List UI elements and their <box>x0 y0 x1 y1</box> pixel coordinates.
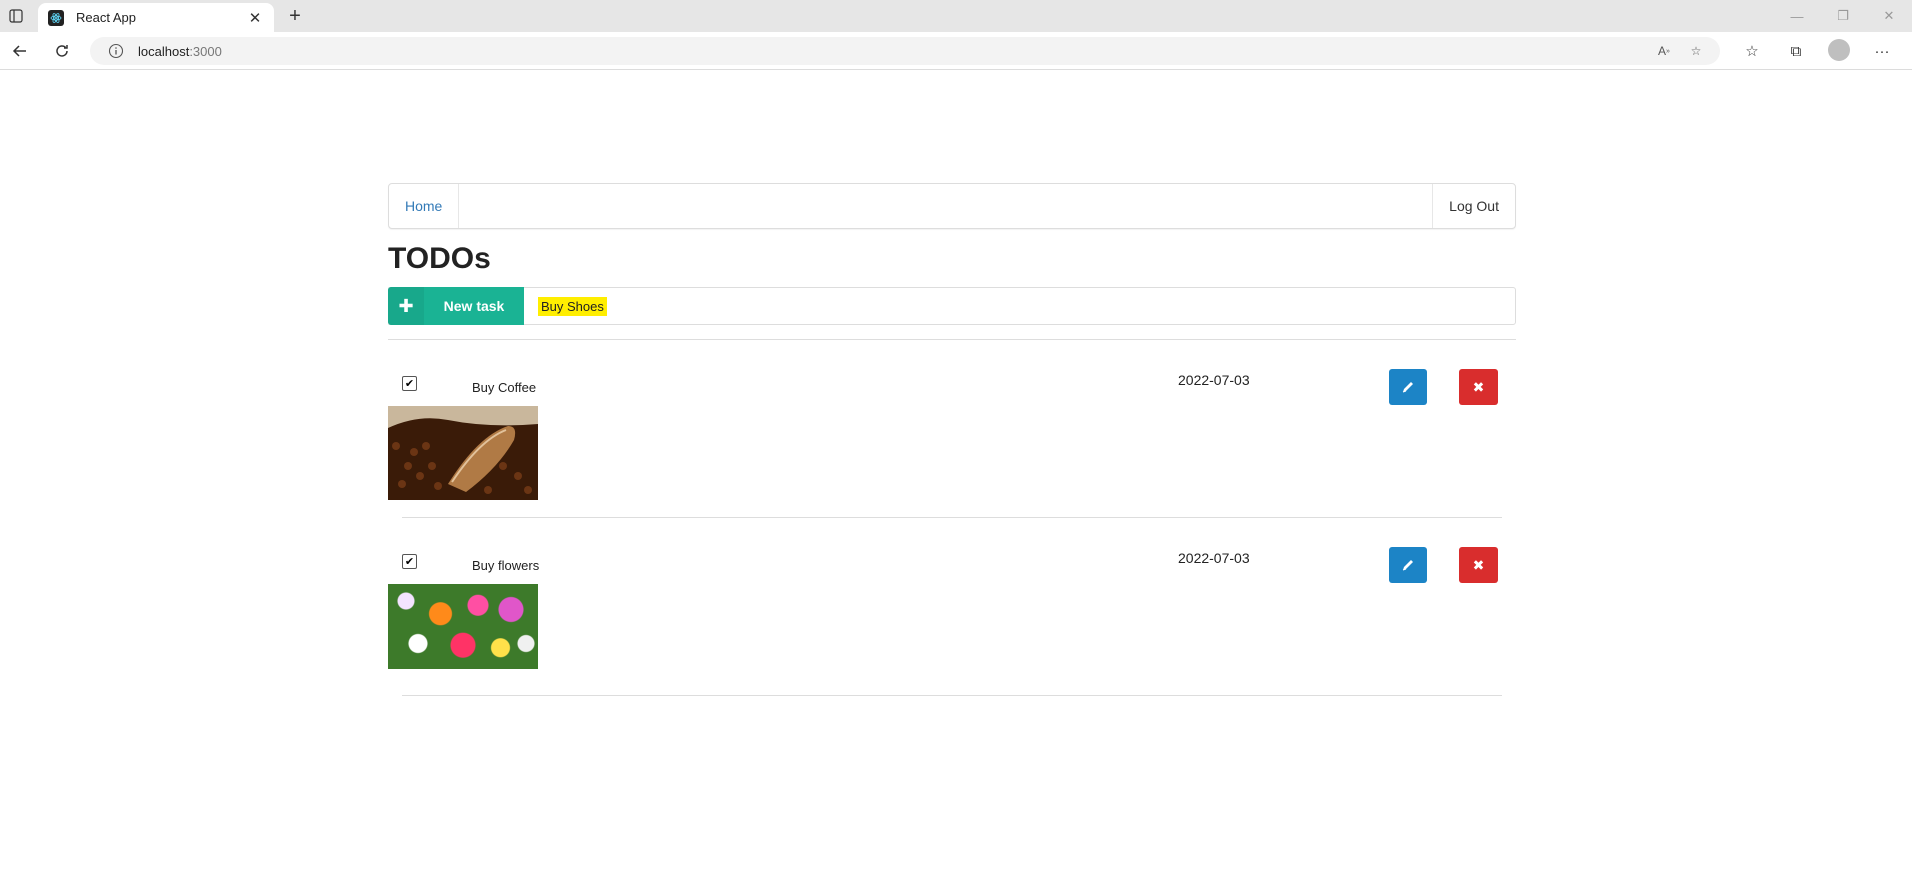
collections-icon[interactable]: ⧉ <box>1784 39 1808 63</box>
browser-toolbar: ☆ ⧉ ··· <box>1740 39 1894 63</box>
minimize-icon[interactable]: — <box>1774 0 1820 32</box>
edit-button[interactable] <box>1389 547 1427 583</box>
pencil-icon <box>1402 560 1413 571</box>
tab-actions-icon[interactable] <box>4 4 28 28</box>
new-task-input[interactable]: Buy Shoes <box>524 288 1515 324</box>
coffee-image <box>388 406 538 500</box>
refresh-icon[interactable] <box>50 39 74 63</box>
delete-button[interactable]: ✖ <box>1459 547 1498 583</box>
close-tab-icon[interactable]: ✕ <box>246 9 264 27</box>
address-toolbar: localhost:3000 A» ☆ ☆ ⧉ ··· <box>0 32 1912 70</box>
new-task-button-label: New task <box>443 298 505 314</box>
todo-item: ✔ Buy Coffee 2022-07-03 ✖ <box>388 340 1516 518</box>
omnibox-actions: A» ☆ <box>1656 43 1704 59</box>
todo-checkbox[interactable]: ✔ <box>402 376 417 391</box>
back-icon[interactable] <box>8 39 32 63</box>
tab-title: React App <box>76 10 136 25</box>
navbar-spacer <box>459 184 1432 228</box>
app-navbar: Home Log Out <box>388 183 1516 229</box>
delete-button[interactable]: ✖ <box>1459 369 1498 405</box>
info-icon[interactable] <box>108 43 124 59</box>
read-aloud-icon[interactable]: A» <box>1656 43 1672 59</box>
todo-checkbox[interactable]: ✔ <box>402 554 417 569</box>
logout-link[interactable]: Log Out <box>1432 184 1515 228</box>
close-icon: ✖ <box>1472 378 1485 395</box>
page-title: TODOs <box>388 242 491 275</box>
react-logo-icon <box>48 9 64 26</box>
browser-tab-bar: React App ✕ + — ❐ ✕ <box>0 0 1912 32</box>
add-favorite-icon[interactable]: ☆ <box>1688 43 1704 59</box>
new-task-button[interactable]: ✚ New task <box>388 287 524 325</box>
favorites-icon[interactable]: ☆ <box>1740 39 1764 63</box>
new-task-form: ✚ New task Buy Shoes <box>388 287 1516 325</box>
url-bar[interactable]: localhost:3000 A» ☆ <box>90 37 1720 65</box>
profile-avatar[interactable] <box>1828 39 1850 61</box>
url-text: localhost:3000 <box>138 43 222 59</box>
flowers-image <box>388 584 538 669</box>
todo-date: 2022-07-03 <box>1178 550 1250 566</box>
plus-icon: ✚ <box>388 287 424 325</box>
window-controls: — ❐ ✕ <box>1774 0 1912 32</box>
todo-date: 2022-07-03 <box>1178 372 1250 388</box>
new-task-input-value: Buy Shoes <box>538 296 607 316</box>
pencil-icon <box>1402 382 1413 393</box>
edit-button[interactable] <box>1389 369 1427 405</box>
close-icon: ✖ <box>1472 556 1485 573</box>
todo-item: ✔ Buy flowers 2022-07-03 ✖ <box>388 518 1516 696</box>
home-link[interactable]: Home <box>389 184 460 228</box>
browser-tab[interactable]: React App ✕ <box>38 3 274 32</box>
window-close-icon[interactable]: ✕ <box>1866 0 1912 32</box>
row-divider <box>402 695 1502 696</box>
more-menu-icon[interactable]: ··· <box>1870 39 1894 63</box>
todo-name: Buy Coffee <box>472 380 537 395</box>
app-container: Home Log Out TODOs ✚ New task Buy Shoes … <box>388 183 1516 696</box>
restore-icon[interactable]: ❐ <box>1820 0 1866 32</box>
todo-name: Buy flowers <box>472 558 540 573</box>
new-tab-icon[interactable]: + <box>284 5 306 27</box>
